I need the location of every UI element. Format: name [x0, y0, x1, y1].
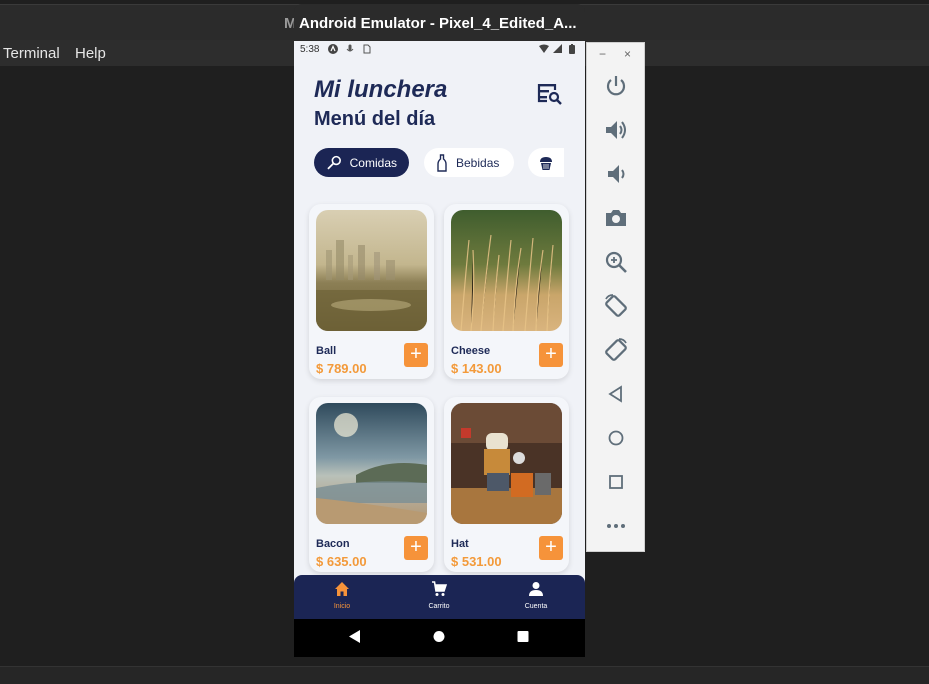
product-card[interactable]: Hat $ 531.00 +: [444, 397, 569, 572]
search-list-icon[interactable]: [537, 81, 563, 107]
host-bottom-bar: [0, 666, 929, 684]
product-card[interactable]: Bacon $ 635.00 +: [309, 397, 434, 572]
mic-icon: [344, 43, 355, 54]
battery-icon: [566, 43, 577, 54]
tab-comidas[interactable]: Comidas: [314, 148, 409, 177]
overview-icon[interactable]: [517, 630, 529, 643]
product-card[interactable]: Ball $ 789.00 +: [309, 204, 434, 379]
emulator-side-panel: − ×: [586, 42, 645, 552]
menu-terminal[interactable]: Terminal: [3, 45, 60, 62]
cupcake-icon: [540, 156, 552, 170]
tab-bebidas-label: Bebidas: [456, 155, 500, 170]
product-name: Hat: [451, 538, 469, 550]
product-name: Cheese: [451, 345, 491, 357]
tab-comidas-label: Comidas: [349, 155, 397, 170]
nav-carrito[interactable]: Carrito: [409, 581, 469, 610]
sim-icon: [361, 43, 372, 54]
nav-cuenta[interactable]: Cuenta: [506, 581, 566, 610]
app-title: Mi lunchera: [314, 76, 448, 103]
more-icon[interactable]: [603, 513, 629, 539]
product-price: $ 143.00: [451, 361, 502, 376]
person-icon: [529, 582, 543, 596]
product-image: [316, 210, 427, 331]
page-title: Menú del día: [314, 108, 436, 130]
emulator-title: Android Emulator - Pixel_4_Edited_A...: [299, 15, 577, 32]
product-card[interactable]: Cheese $ 143.00 +: [444, 204, 569, 379]
add-to-cart-button[interactable]: +: [539, 536, 563, 560]
volume-down-icon[interactable]: [603, 161, 629, 187]
utensil-icon: [327, 155, 341, 169]
nav-inicio[interactable]: Inicio: [312, 581, 372, 610]
cart-icon: [432, 581, 447, 596]
overview-icon[interactable]: [603, 469, 629, 495]
home-icon: [335, 582, 349, 596]
add-to-cart-button[interactable]: +: [404, 343, 428, 367]
status-time: 5:38: [300, 44, 320, 55]
product-image: [451, 210, 562, 331]
status-bar: 5:38: [294, 41, 585, 57]
bottom-navigation: Inicio Carrito Cuenta: [294, 575, 585, 619]
rotate-right-icon[interactable]: [603, 337, 629, 363]
camera-icon[interactable]: [603, 205, 629, 231]
emulator-titlebar[interactable]: Android Emulator - Pixel_4_Edited_A...: [294, 4, 585, 41]
volume-up-icon[interactable]: [603, 117, 629, 143]
power-icon[interactable]: [603, 73, 629, 99]
minimize-button[interactable]: −: [599, 47, 606, 61]
back-icon[interactable]: [603, 381, 629, 407]
home-icon[interactable]: [603, 425, 629, 451]
rotate-left-icon[interactable]: [603, 293, 629, 319]
android-navigation-bar: [294, 619, 585, 657]
add-to-cart-button[interactable]: +: [404, 536, 428, 560]
tab-postres[interactable]: [528, 148, 564, 177]
bottle-icon: [437, 153, 447, 172]
product-name: Bacon: [316, 538, 350, 550]
tab-bebidas[interactable]: Bebidas: [424, 148, 514, 177]
product-image: [451, 403, 562, 524]
zoom-icon[interactable]: [603, 249, 629, 275]
add-to-cart-button[interactable]: +: [539, 343, 563, 367]
back-icon[interactable]: [349, 630, 361, 643]
product-price: $ 635.00: [316, 554, 367, 569]
wifi-icon: [538, 43, 549, 54]
nav-cuenta-label: Cuenta: [524, 603, 548, 610]
signal-icon: [552, 43, 563, 54]
app-notification-icon: [327, 43, 338, 54]
close-button[interactable]: ×: [624, 47, 631, 61]
nav-carrito-label: Carrito: [428, 603, 450, 610]
product-image: [316, 403, 427, 524]
product-price: $ 531.00: [451, 554, 502, 569]
product-price: $ 789.00: [316, 361, 367, 376]
phone-screen: 5:38 Mi lunchera Menú del día Comidas Be…: [294, 41, 585, 657]
home-icon[interactable]: [433, 630, 445, 643]
nav-inicio-label: Inicio: [333, 603, 351, 610]
product-name: Ball: [316, 345, 337, 357]
menu-help[interactable]: Help: [75, 45, 106, 62]
